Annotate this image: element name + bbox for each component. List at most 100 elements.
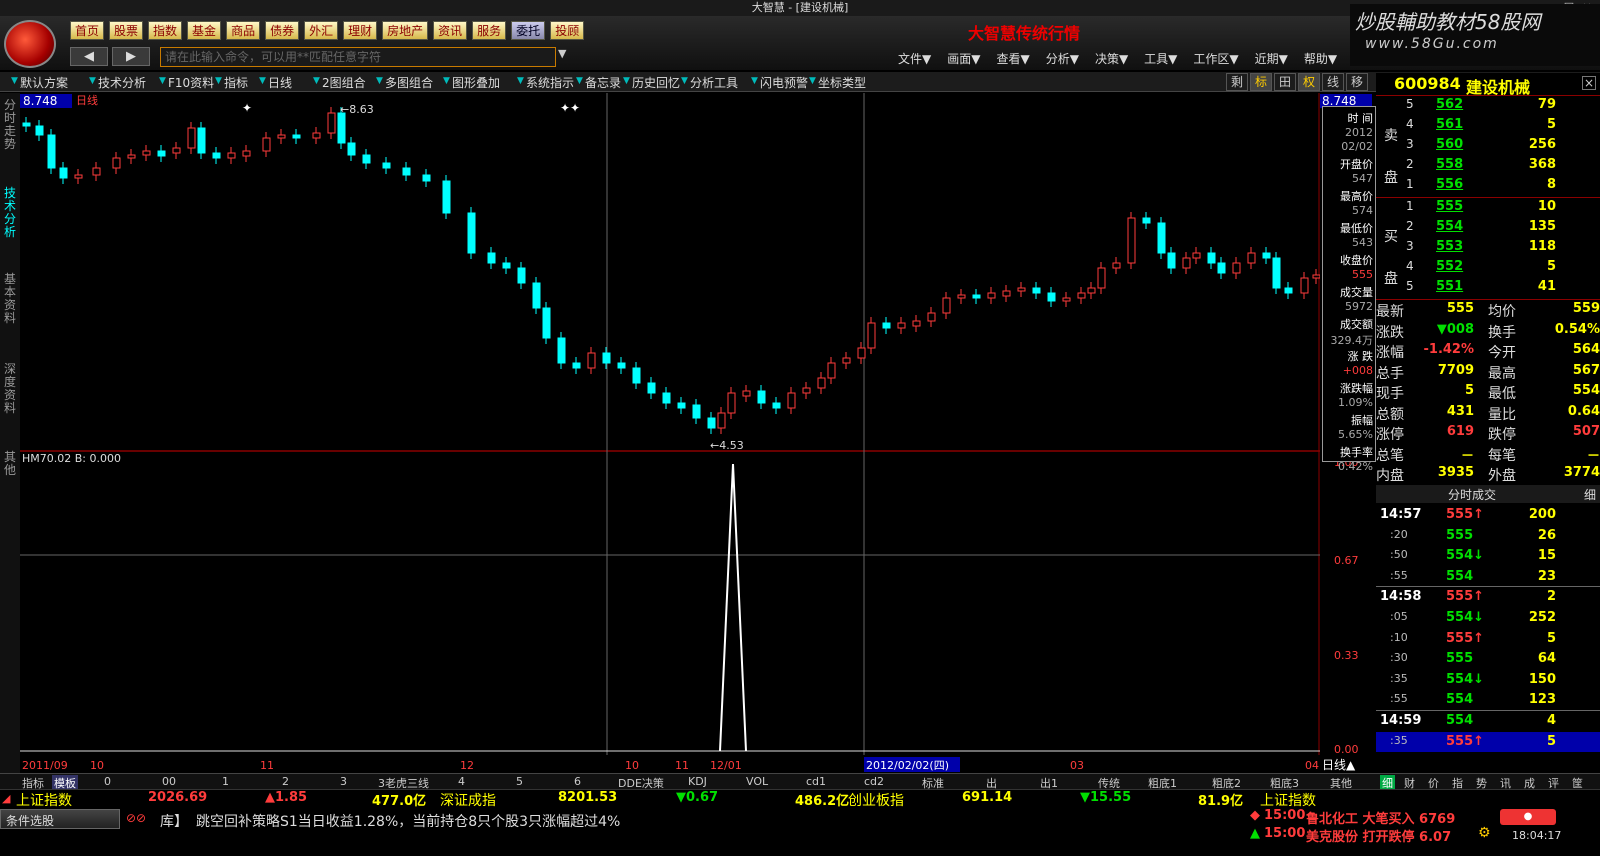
buy-price[interactable]: 551 xyxy=(1436,279,1463,294)
menu-item-4[interactable]: 商品 xyxy=(226,21,261,40)
menu-item-5[interactable]: 债券 xyxy=(265,21,300,40)
ticks-title[interactable]: 分时成交 xyxy=(1448,486,1496,503)
sell-price[interactable]: 558 xyxy=(1436,157,1463,172)
toolbar-item-3[interactable]: 指标 xyxy=(224,74,248,91)
settings-gear-icon[interactable]: ⚙ xyxy=(1478,825,1491,841)
sell-price[interactable]: 560 xyxy=(1436,137,1463,152)
menu-item-11[interactable]: 委托 xyxy=(511,21,546,40)
dropdown-arrow-icon[interactable]: ▼ xyxy=(11,76,18,86)
indicator-tab-4[interactable]: 1 xyxy=(222,775,229,788)
menu-item-6[interactable]: 外汇 xyxy=(304,21,339,40)
menu2-item-6[interactable]: 工作区▼ xyxy=(1193,50,1238,67)
dropdown-arrow-icon[interactable]: ▼ xyxy=(313,76,320,86)
sell-price[interactable]: 562 xyxy=(1436,97,1463,112)
indicator-tab-8[interactable]: 4 xyxy=(458,775,465,788)
buy-price[interactable]: 553 xyxy=(1436,239,1463,254)
toolbar-right-2[interactable]: 田 xyxy=(1274,73,1296,91)
menu-item-8[interactable]: 房地产 xyxy=(382,21,429,40)
left-tab-3[interactable]: 深度资料 xyxy=(2,363,18,415)
toolbar-right-3[interactable]: 权 xyxy=(1298,73,1320,91)
dropdown-arrow-icon[interactable]: ▼ xyxy=(89,76,96,86)
buy-price[interactable]: 552 xyxy=(1436,259,1463,274)
command-input[interactable]: 请在此输入命令，可以用**匹配任意字符 xyxy=(160,47,556,67)
toolbar-item-10[interactable]: 历史回忆 xyxy=(632,74,680,91)
toolbar-right-4[interactable]: 线 xyxy=(1322,73,1344,91)
dropdown-arrow-icon[interactable]: ▼ xyxy=(517,76,524,86)
toolbar-item-11[interactable]: 分析工具 xyxy=(690,74,738,91)
news-toggle-icon[interactable]: ⊘⊘ xyxy=(126,811,146,825)
toolbar-item-7[interactable]: 图形叠加 xyxy=(452,74,500,91)
dropdown-arrow-icon[interactable]: ▼ xyxy=(809,76,816,86)
indicator-tab-3[interactable]: 00 xyxy=(162,775,176,788)
menu-item-10[interactable]: 服务 xyxy=(472,21,507,40)
left-tab-1[interactable]: 技术分析 xyxy=(2,187,18,239)
alert-text[interactable]: 鲁北化工 大笔买入 6769 xyxy=(1306,808,1455,827)
toolbar-item-1[interactable]: 技术分析 xyxy=(98,74,146,91)
app-logo[interactable] xyxy=(4,20,56,68)
menu-item-7[interactable]: 理财 xyxy=(343,21,378,40)
command-dropdown-icon[interactable]: ▼ xyxy=(558,47,566,60)
menu2-item-4[interactable]: 决策▼ xyxy=(1095,50,1128,67)
menu-item-0[interactable]: 首页 xyxy=(70,21,105,40)
indicator-tab-6[interactable]: 3 xyxy=(340,775,347,788)
dropdown-arrow-icon[interactable]: ▼ xyxy=(751,76,758,86)
dropdown-arrow-icon[interactable]: ▼ xyxy=(623,76,630,86)
menu-item-3[interactable]: 基金 xyxy=(187,21,222,40)
dropdown-arrow-icon[interactable]: ▼ xyxy=(215,76,222,86)
toolbar-item-5[interactable]: 2图组合 xyxy=(322,74,366,91)
secondary-menu: 文件▼ 画面▼ 查看▼ 分析▼ 决策▼ 工具▼ 工作区▼ 近期▼ 帮助▼ xyxy=(898,50,1353,67)
toolbar-item-6[interactable]: 多图组合 xyxy=(385,74,433,91)
menu2-item-8[interactable]: 帮助▼ xyxy=(1304,50,1337,67)
menu2-item-5[interactable]: 工具▼ xyxy=(1144,50,1177,67)
indicator-tab-12[interactable]: KDJ xyxy=(688,775,707,788)
dropdown-arrow-icon[interactable]: ▼ xyxy=(681,76,688,86)
dropdown-arrow-icon[interactable]: ▼ xyxy=(576,76,583,86)
indicator-tab-13[interactable]: VOL xyxy=(746,775,768,788)
back-button[interactable]: ◀ xyxy=(70,47,108,66)
indicator-tab-9[interactable]: 5 xyxy=(516,775,523,788)
menu2-item-3[interactable]: 分析▼ xyxy=(1046,50,1079,67)
toolbar-item-2[interactable]: F10资料 xyxy=(168,74,214,91)
left-tab-0[interactable]: 分时走势 xyxy=(2,99,18,151)
menu-item-9[interactable]: 资讯 xyxy=(433,21,468,40)
info-row-8: 1.09% xyxy=(1338,396,1373,409)
forward-button[interactable]: ▶ xyxy=(112,47,150,66)
kline-chart[interactable]: 8.748 日线←8.63←4.53✦ ✦✦HM70.02 B: 0.0002011… xyxy=(20,93,1320,773)
dropdown-arrow-icon[interactable]: ▼ xyxy=(443,76,450,86)
news-text[interactable]: 跳空回补策略S1当日收益1.28%，当前持仓8只个股3只涨幅超过4% xyxy=(196,811,620,831)
menu2-item-2[interactable]: 查看▼ xyxy=(996,50,1029,67)
buy-price[interactable]: 554 xyxy=(1436,219,1463,234)
menu2-item-0[interactable]: 文件▼ xyxy=(898,50,931,67)
indicator-tab-15[interactable]: cd2 xyxy=(864,775,884,788)
toolbar-item-9[interactable]: 备忘录 xyxy=(585,74,621,91)
toolbar-item-0[interactable]: 默认方案 xyxy=(20,74,68,91)
menu2-item-1[interactable]: 画面▼ xyxy=(947,50,980,67)
indicator-tab-10[interactable]: 6 xyxy=(574,775,581,788)
left-tab-4[interactable]: 其他 xyxy=(2,451,18,477)
news-tab[interactable]: 条件选股 xyxy=(6,812,54,829)
indicator-tab-5[interactable]: 2 xyxy=(282,775,289,788)
toolbar-item-8[interactable]: 系统指示 xyxy=(526,74,574,91)
toolbar-item-4[interactable]: 日线 xyxy=(268,74,292,91)
toolbar-item-13[interactable]: 坐标类型 xyxy=(818,74,866,91)
close-panel-icon[interactable]: × xyxy=(1582,76,1596,90)
toolbar-right-1[interactable]: 标 xyxy=(1250,73,1272,91)
sell-price[interactable]: 556 xyxy=(1436,177,1463,192)
sell-price[interactable]: 561 xyxy=(1436,117,1463,132)
dropdown-arrow-icon[interactable]: ▼ xyxy=(159,76,166,86)
dropdown-arrow-icon[interactable]: ▼ xyxy=(259,76,266,86)
menu-item-1[interactable]: 股票 xyxy=(109,21,144,40)
left-tab-2[interactable]: 基本资料 xyxy=(2,273,18,325)
menu-item-2[interactable]: 指数 xyxy=(148,21,183,40)
toolbar-item-12[interactable]: 闪电预警 xyxy=(760,74,808,91)
toolbar-right-5[interactable]: 移 xyxy=(1346,73,1368,91)
dropdown-arrow-icon[interactable]: ▼ xyxy=(376,76,383,86)
indicator-tab-14[interactable]: cd1 xyxy=(806,775,826,788)
alert-text[interactable]: 美克股份 打开跌停 6.07 xyxy=(1306,826,1451,845)
ticks-detail[interactable]: 细 xyxy=(1584,486,1596,503)
toolbar-right-0[interactable]: 剩 xyxy=(1226,73,1248,91)
indicator-tab-2[interactable]: 0 xyxy=(104,775,111,788)
menu2-item-7[interactable]: 近期▼ xyxy=(1255,50,1288,67)
menu-item-12[interactable]: 投顾 xyxy=(550,21,585,40)
buy-price[interactable]: 555 xyxy=(1436,199,1463,214)
